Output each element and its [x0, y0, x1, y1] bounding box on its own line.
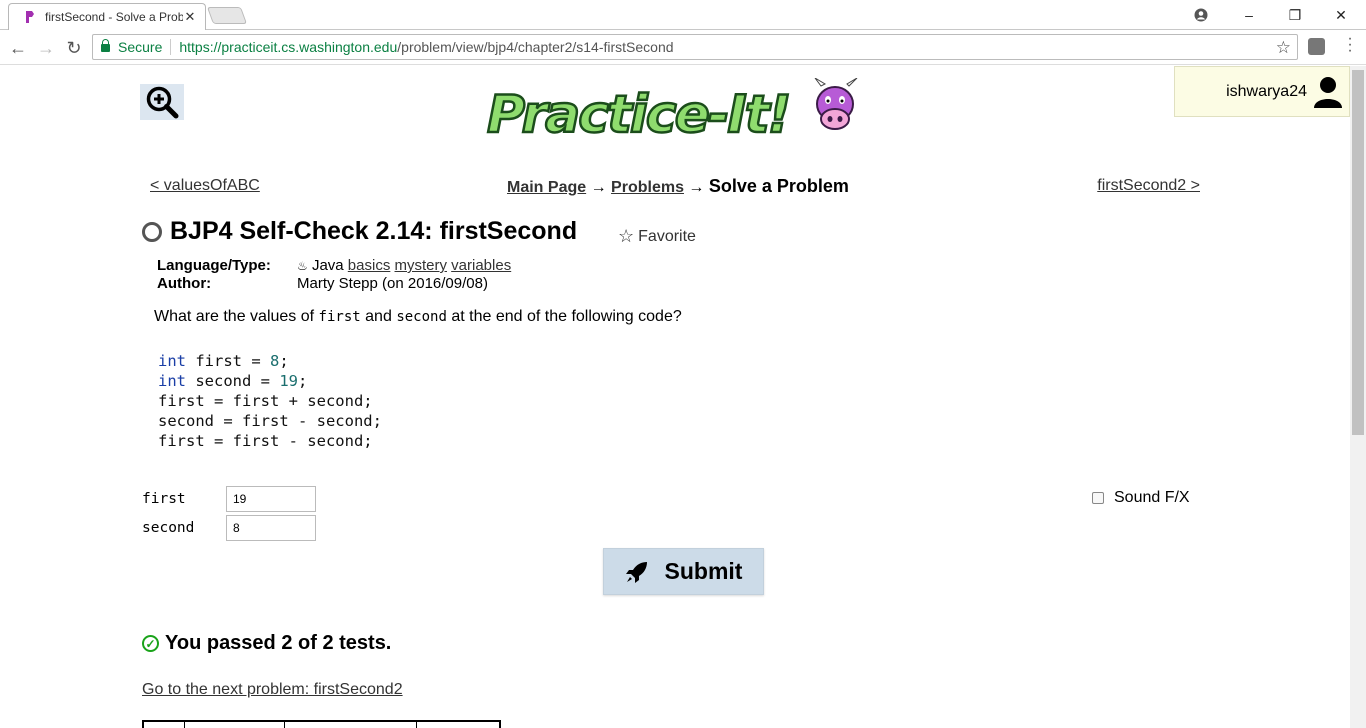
answer-form: first second: [142, 484, 316, 542]
java-icon: ♨: [297, 259, 308, 273]
next-problem-link[interactable]: firstSecond2 >: [1097, 177, 1200, 195]
user-icon: [1314, 76, 1342, 108]
forward-icon[interactable]: →: [34, 36, 58, 60]
table-divider: [184, 722, 185, 728]
sound-fx-toggle[interactable]: Sound F/X: [1092, 489, 1190, 507]
star-icon: ☆: [618, 226, 635, 246]
secure-label: Secure: [118, 39, 163, 55]
results-table: [142, 720, 501, 728]
status-circle-icon: [142, 221, 162, 242]
back-icon[interactable]: ←: [6, 36, 30, 60]
code-number: 8: [270, 352, 280, 370]
window-close-icon[interactable]: ✕: [1318, 0, 1364, 30]
new-tab-button[interactable]: [206, 7, 248, 24]
zoom-in-icon: [146, 86, 179, 119]
url-path: /problem/view/bjp4/chapter2/s14-firstSec…: [397, 39, 674, 55]
problem-meta: Language/Type: ♨ Java basics mystery var…: [157, 257, 511, 293]
first-answer-label: first: [142, 490, 186, 507]
browser-tabstrip: firstSecond - Solve a Prob ✕ – ❐ ✕: [0, 0, 1366, 30]
code-keyword: int: [158, 352, 186, 370]
result-text: You passed 2 of 2 tests.: [165, 632, 392, 654]
breadcrumb-arrow: →: [590, 179, 607, 196]
secure-indicator[interactable]: Secure: [93, 39, 172, 55]
browser-toolbar: ← → ↻ Secure https://practiceit.cs.washi…: [0, 30, 1366, 65]
tag-link[interactable]: variables: [451, 257, 511, 274]
page-scrollbar[interactable]: [1350, 66, 1366, 728]
second-answer-label: second: [142, 519, 195, 536]
main-page-link[interactable]: Main Page: [507, 179, 586, 196]
code-text: second =: [186, 372, 280, 390]
submit-label: Submit: [664, 558, 743, 584]
code-number: 19: [279, 372, 298, 390]
sound-fx-checkbox[interactable]: [1092, 492, 1104, 504]
browser-menu-icon[interactable]: · · ·: [1340, 31, 1360, 59]
first-answer-input[interactable]: [226, 485, 316, 512]
go-to-next-problem-link[interactable]: Go to the next problem: firstSecond2: [142, 681, 403, 699]
problem-title: BJP4 Self-Check 2.14: firstSecond: [170, 217, 578, 245]
breadcrumb-arrow: →: [688, 179, 705, 196]
tab-title: firstSecond - Solve a Prob: [45, 10, 183, 24]
page-content: Practice-It! ishwarya24 < valuesOfABC Ma…: [0, 66, 1350, 728]
favorite-button[interactable]: ☆ Favorite: [618, 226, 696, 247]
question-text: What are the values of: [154, 308, 315, 325]
table-divider: [416, 722, 417, 728]
code-block: int first = 8; int second = 19; first = …: [158, 351, 382, 451]
question-var: first: [318, 309, 361, 325]
problems-link[interactable]: Problems: [611, 179, 684, 196]
code-text: ;: [298, 372, 308, 390]
practiceit-logo[interactable]: Practice-It!: [485, 77, 865, 146]
problem-header: BJP4 Self-Check 2.14: firstSecond: [142, 217, 577, 246]
url-host: https://practiceit.cs.washington.edu: [179, 39, 398, 55]
profile-icon[interactable]: [1178, 0, 1224, 30]
author-value: Marty Stepp (on 2016/09/08): [297, 275, 488, 292]
code-text: ;: [279, 352, 289, 370]
sound-fx-label: Sound F/X: [1114, 489, 1190, 506]
close-tab-icon[interactable]: ✕: [183, 9, 197, 25]
minimize-icon[interactable]: –: [1226, 0, 1272, 30]
url-text: https://practiceit.cs.washington.edu/pro…: [171, 39, 673, 55]
code-line: first = first - second;: [158, 432, 373, 450]
check-circle-icon: ✓: [142, 635, 159, 652]
breadcrumb-current: Solve a Problem: [708, 176, 849, 196]
browser-tab[interactable]: firstSecond - Solve a Prob ✕: [8, 3, 206, 30]
lock-icon: [101, 39, 110, 52]
zoom-in-button[interactable]: [140, 84, 184, 120]
rocket-icon: [625, 561, 647, 583]
question-text: and: [365, 308, 392, 325]
question-var: second: [396, 309, 447, 325]
breadcrumb: Main Page → Problems → Solve a Problem: [507, 176, 849, 197]
restore-icon[interactable]: ❐: [1272, 0, 1318, 30]
question-text: at the end of the following code?: [451, 308, 682, 325]
favorite-label: Favorite: [638, 227, 696, 245]
cow-mascot-icon: [814, 77, 858, 130]
table-divider: [284, 722, 285, 728]
previous-problem-link[interactable]: < valuesOfABC: [150, 177, 260, 195]
problem-navigation: < valuesOfABC Main Page → Problems → Sol…: [150, 174, 1200, 198]
scrollbar-thumb[interactable]: [1352, 70, 1364, 435]
code-line: first = first + second;: [158, 392, 373, 410]
language-value: Java: [311, 257, 344, 274]
test-result: ✓ You passed 2 of 2 tests.: [142, 632, 391, 655]
username: ishwarya24: [1226, 82, 1307, 100]
extension-icon[interactable]: [1308, 38, 1325, 55]
tag-link[interactable]: basics: [348, 257, 391, 274]
tag-link[interactable]: mystery: [395, 257, 448, 274]
address-bar[interactable]: Secure https://practiceit.cs.washington.…: [92, 34, 1298, 60]
problem-question: What are the values of first and second …: [154, 308, 682, 326]
logo-text: Practice-It!: [487, 85, 789, 144]
practiceit-favicon: [23, 10, 37, 24]
code-keyword: int: [158, 372, 186, 390]
code-text: first =: [186, 352, 270, 370]
reload-icon[interactable]: ↻: [62, 36, 86, 60]
second-answer-input[interactable]: [226, 514, 316, 541]
submit-button[interactable]: Submit: [603, 548, 764, 595]
user-account-box[interactable]: ishwarya24: [1174, 66, 1350, 117]
language-label: Language/Type:: [157, 257, 271, 274]
code-line: second = first - second;: [158, 412, 382, 430]
bookmark-star-icon[interactable]: ☆: [1276, 38, 1291, 58]
author-label: Author:: [157, 275, 212, 292]
